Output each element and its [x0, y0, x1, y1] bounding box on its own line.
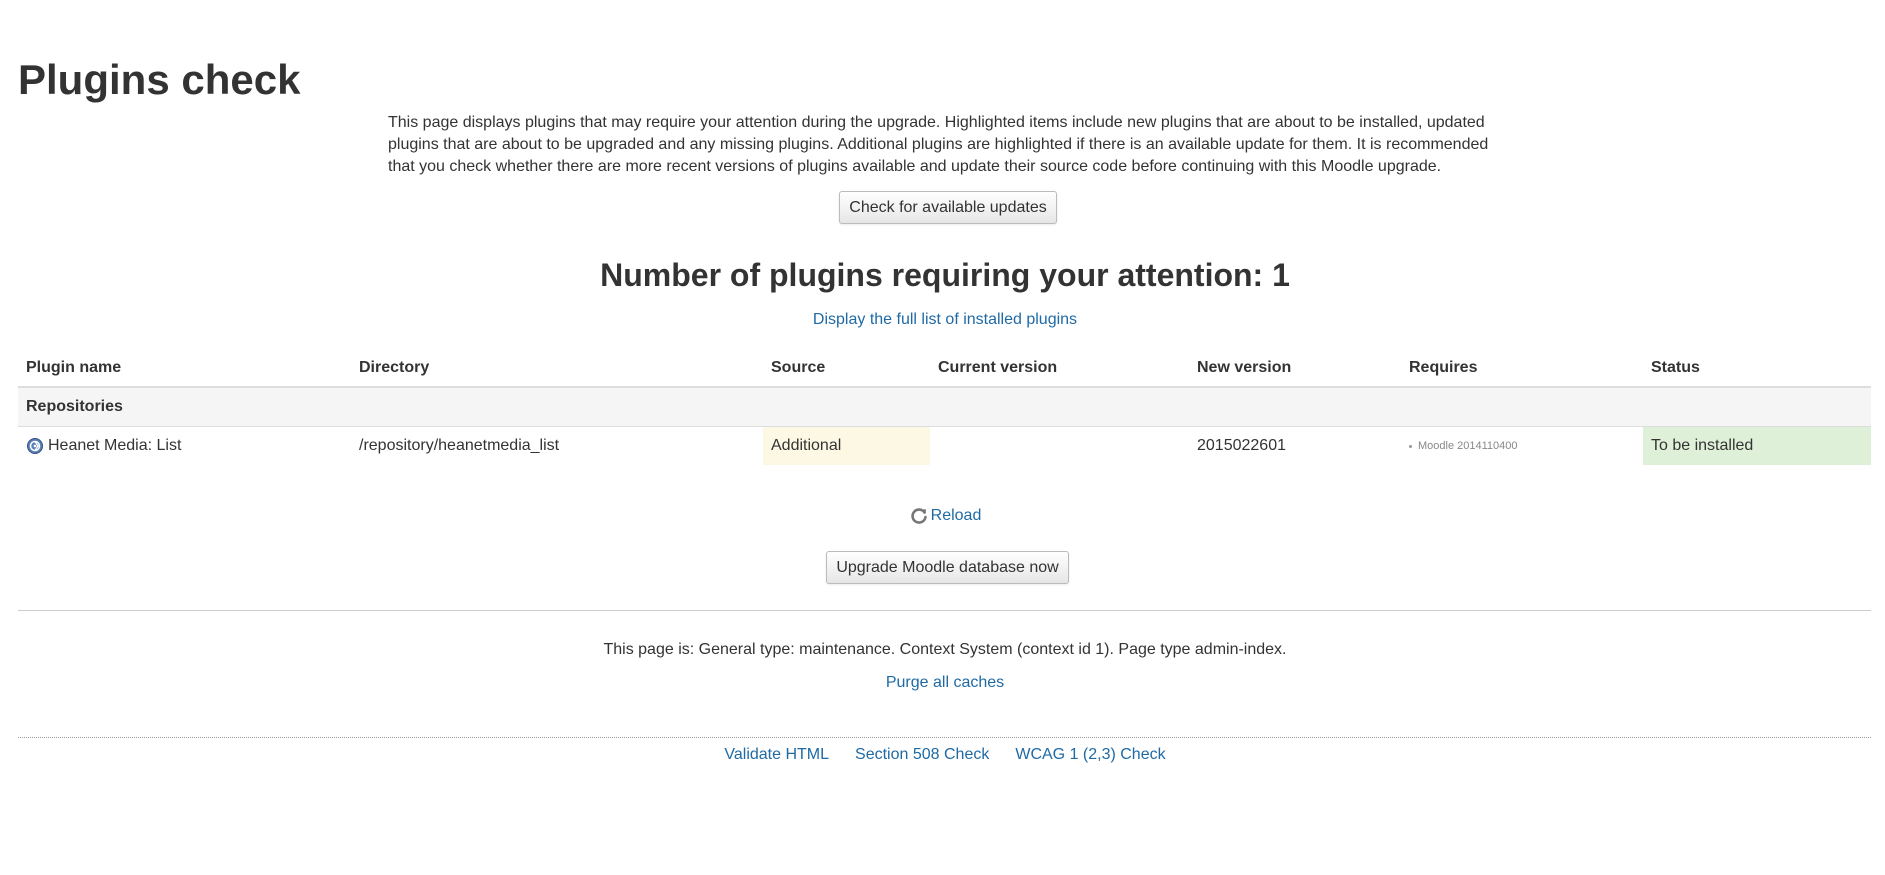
- header-source: Source: [763, 350, 930, 388]
- plugin-directory: /repository/heanetmedia_list: [359, 437, 560, 454]
- validate-html-link[interactable]: Validate HTML: [724, 745, 829, 765]
- page: Plugins check This page displays plugins…: [0, 0, 1885, 875]
- table-header-row: Plugin name Directory Source Current ver…: [18, 350, 1871, 388]
- reload-icon[interactable]: [909, 506, 929, 526]
- section-508-link[interactable]: Section 508 Check: [855, 745, 989, 765]
- header-requires: Requires: [1401, 350, 1643, 388]
- group-label: Repositories: [18, 387, 1871, 427]
- reload-wrap: Reload: [0, 506, 1885, 526]
- plugin-name-cell: Heanet Media: List: [18, 427, 351, 466]
- intro-text: This page displays plugins that may requ…: [388, 114, 1489, 175]
- plugin-name: Heanet Media: List: [48, 437, 182, 454]
- footer-links: Validate HTML Section 508 Check WCAG 1 (…: [0, 745, 1885, 765]
- plugin-requires: Moodle 2014110400: [1401, 427, 1643, 466]
- header-plugin-name: Plugin name: [18, 350, 351, 388]
- plugin-current-version: [930, 427, 1189, 466]
- plugin-status: To be installed: [1643, 426, 1871, 465]
- requirement-text: Moodle 2014110400: [1418, 440, 1518, 452]
- bullet-icon: [1409, 444, 1412, 448]
- header-status: Status: [1643, 350, 1871, 388]
- check-updates-button[interactable]: Check for available updates: [839, 191, 1057, 224]
- footer-divider: [18, 737, 1871, 738]
- table-row: Heanet Media: List /repository/heanetmed…: [18, 426, 1871, 466]
- requirement-item: Moodle 2014110400: [1409, 440, 1635, 452]
- full-list-link[interactable]: Display the full list of installed plugi…: [813, 311, 1077, 328]
- wcag-check-link[interactable]: WCAG 1 (2,3) Check: [1015, 745, 1165, 765]
- purge-wrap: Purge all caches: [0, 673, 1885, 693]
- page-title: Plugins check: [18, 56, 301, 103]
- full-list-link-wrap: Display the full list of installed plugi…: [0, 310, 1885, 330]
- reload-link[interactable]: Reload: [931, 507, 982, 525]
- page-info: This page is: General type: maintenance.…: [603, 641, 1287, 658]
- repository-icon: [26, 437, 44, 455]
- header-directory: Directory: [351, 350, 763, 388]
- purge-caches-link[interactable]: Purge all caches: [886, 674, 1004, 691]
- plugin-source: Additional: [763, 426, 930, 465]
- plugin-new-version: 2015022601: [1197, 437, 1286, 454]
- divider: [18, 610, 1871, 611]
- upgrade-button[interactable]: Upgrade Moodle database now: [826, 551, 1069, 584]
- plugins-table: Plugin name Directory Source Current ver…: [18, 350, 1871, 465]
- group-row-repositories: Repositories: [18, 387, 1871, 427]
- attention-heading: Number of plugins requiring your attenti…: [600, 257, 1290, 293]
- header-current-version: Current version: [930, 350, 1189, 388]
- header-new-version: New version: [1189, 350, 1401, 388]
